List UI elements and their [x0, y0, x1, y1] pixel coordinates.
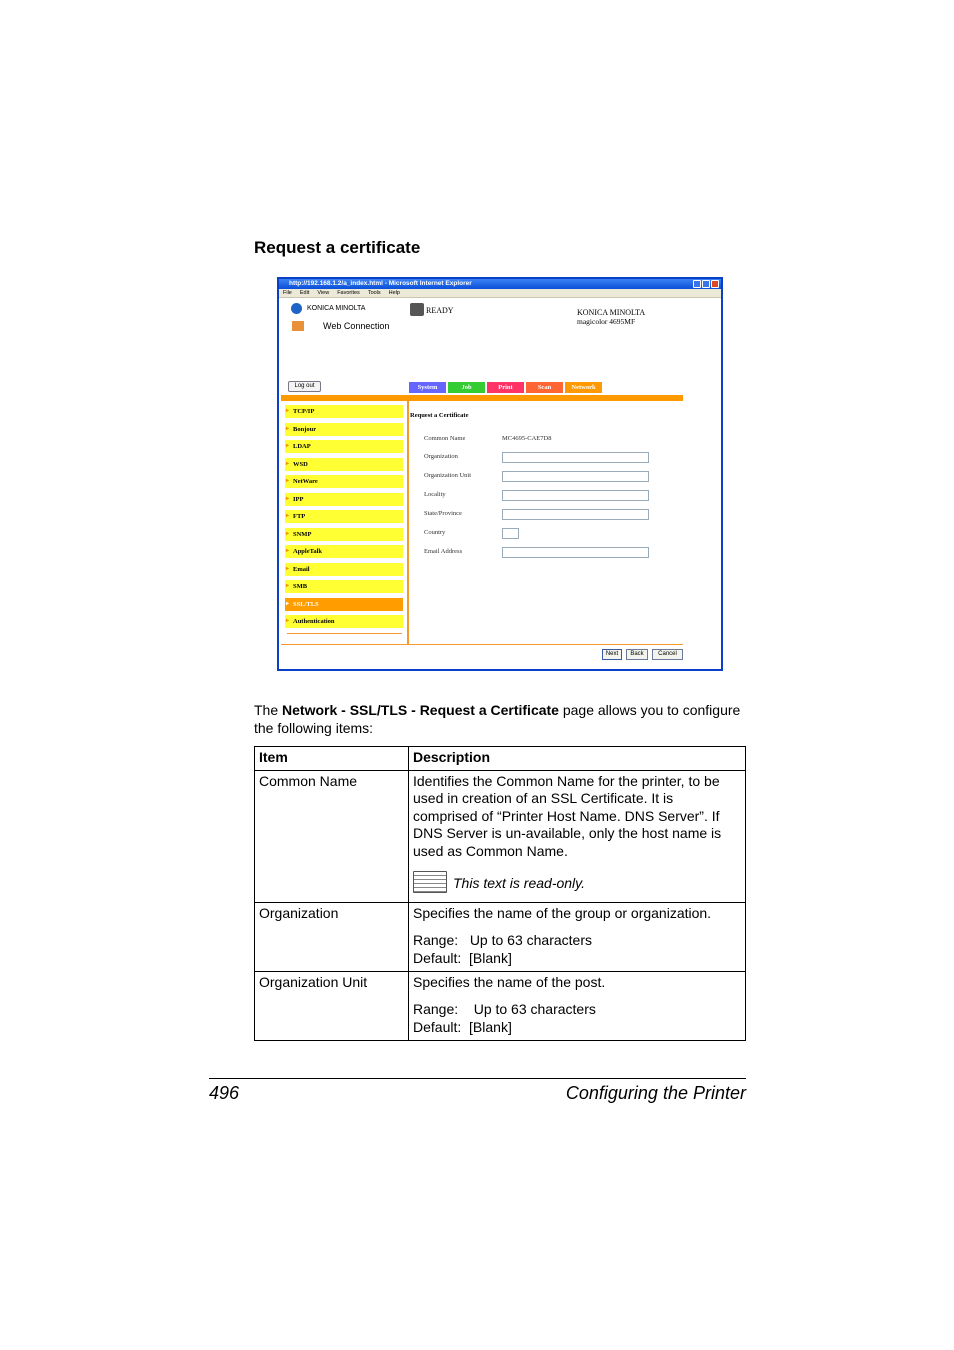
menu-view[interactable]: View: [317, 290, 329, 296]
sidebar-item-smb[interactable]: SMB: [285, 580, 403, 593]
common-name-label: Common Name: [424, 435, 466, 442]
page-footer: 496 Configuring the Printer: [209, 1078, 746, 1104]
cancel-button[interactable]: Cancel: [652, 649, 683, 660]
field-label: State/Province: [424, 510, 462, 517]
range-text: Range: Up to 63 characters: [413, 1001, 596, 1018]
header-description: Description: [408, 746, 746, 771]
tab-system[interactable]: System: [409, 382, 446, 393]
field-label: Organization Unit: [424, 472, 471, 479]
default-text: Default: [Blank]: [413, 1018, 512, 1035]
close-icon[interactable]: [711, 280, 719, 288]
table-row: Common Name Identifies the Common Name f…: [254, 769, 746, 903]
sidebar-item-authentication[interactable]: Authentication: [285, 615, 403, 628]
menu-help[interactable]: Help: [389, 290, 400, 296]
field-label: Organization: [424, 453, 458, 460]
items-table: Item Description Common Name Identifies t…: [254, 746, 746, 1041]
country-input[interactable]: [502, 528, 519, 539]
menu-bar: File Edit View Favorites Tools Help: [279, 289, 721, 298]
description-text: Specifies the name of the post.: [413, 973, 606, 990]
sidebar-item-bonjour[interactable]: Bonjour: [285, 422, 403, 436]
sidebar-item-ipp[interactable]: IPP: [285, 492, 403, 506]
sidebar-item-wsd[interactable]: WSD: [285, 457, 403, 471]
locality-input[interactable]: [502, 490, 649, 501]
brand-name: KONICA MINOLTA: [307, 305, 366, 312]
range-text: Range: Up to 63 characters: [413, 932, 592, 949]
sidebar-item-email[interactable]: Email: [285, 562, 403, 576]
window-title: http://192.168.1.2/a_index.html - Micros…: [289, 280, 472, 287]
sidebar-item-tcp-ip[interactable]: TCP/IP: [285, 405, 403, 418]
form-title: Request a Certificate: [410, 412, 469, 419]
description-text: Specifies the name of the group or organ…: [413, 904, 712, 921]
intro-bold: Network - SSL/TLS - Request a Certificat…: [282, 702, 559, 718]
minimize-icon[interactable]: [693, 280, 701, 288]
intro-paragraph: The Network - SSL/TLS - Request a Certif…: [254, 701, 746, 737]
bottom-divider: [281, 644, 683, 645]
sidebar-item-netware[interactable]: NetWare: [285, 475, 403, 488]
default-text: Default: [Blank]: [413, 949, 512, 966]
table-row: Organization Specifies the name of the g…: [254, 901, 746, 972]
next-button[interactable]: Next: [602, 649, 622, 660]
field-label: Locality: [424, 491, 446, 498]
model-name: magicolor 4695MF: [577, 317, 636, 326]
field-label: Country: [424, 529, 446, 536]
sidebar-item-appletalk[interactable]: AppleTalk: [285, 545, 403, 558]
konica-logo-icon: [291, 303, 302, 314]
page-number: 496: [209, 1083, 240, 1103]
orange-divider: [281, 395, 683, 401]
state-province-input[interactable]: [502, 509, 649, 520]
section-heading: Request a certificate: [254, 238, 421, 257]
item-cell: Organization: [254, 901, 409, 972]
tab-network[interactable]: Network: [565, 382, 602, 393]
pagescope-icon: [292, 321, 304, 331]
email-address-input[interactable]: [502, 547, 649, 558]
tab-scan[interactable]: Scan: [526, 382, 563, 393]
organization-unit-input[interactable]: [502, 471, 649, 482]
maximize-icon[interactable]: [702, 280, 710, 288]
sidebar-item-snmp[interactable]: SNMP: [285, 527, 403, 541]
printer-status-icon: [410, 303, 424, 316]
model-brand: KONICA MINOLTA: [577, 308, 646, 317]
menu-tools[interactable]: Tools: [368, 290, 381, 296]
tab-print[interactable]: Print: [487, 382, 524, 393]
menu-favorites[interactable]: Favorites: [337, 290, 360, 296]
logout-button[interactable]: Log out: [288, 381, 321, 392]
organization-input[interactable]: [502, 452, 649, 463]
sidebar-bottom-line: [287, 633, 402, 634]
tab-job[interactable]: Job: [448, 382, 485, 393]
sidebar-item-ldap[interactable]: LDAP: [285, 440, 403, 453]
chapter-title: Configuring the Printer: [565, 1083, 746, 1103]
item-cell: Common Name: [254, 769, 409, 903]
header-item: Item: [254, 746, 409, 771]
description-text: Identifies the Common Name for the print…: [413, 772, 722, 859]
back-button[interactable]: Back: [626, 649, 648, 660]
title-bar: http://192.168.1.2/a_index.html - Micros…: [279, 279, 721, 289]
table-row: Organization Unit Specifies the name of …: [254, 970, 746, 1041]
item-cell: Organization Unit: [254, 970, 409, 1041]
common-name-value: MC4695-CAE7D8: [502, 435, 552, 442]
sidebar-item-ssl-tls[interactable]: SSL/TLS: [285, 597, 403, 611]
menu-file[interactable]: File: [283, 290, 292, 296]
printer-status: READY: [426, 306, 454, 315]
sidebar-item-ftp[interactable]: FTP: [285, 510, 403, 523]
product-name: Web Connection: [323, 321, 390, 331]
field-label: Email Address: [424, 548, 463, 555]
note-pencil-icon: [413, 870, 447, 893]
browser-window-screenshot: http://192.168.1.2/a_index.html - Micros…: [277, 277, 723, 671]
sidebar-divider: [407, 401, 409, 644]
intro-pre: The: [254, 702, 283, 718]
menu-edit[interactable]: Edit: [300, 290, 309, 296]
note-text: This text is read-only.: [453, 874, 586, 891]
